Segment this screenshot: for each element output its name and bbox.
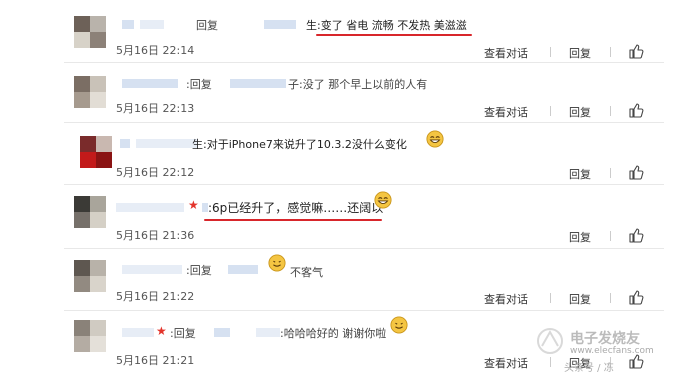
comment-text: 生:对于iPhone7来说升了10.3.2没什么变化 bbox=[192, 138, 407, 151]
username[interactable] bbox=[120, 139, 130, 148]
thumbs-up-icon[interactable] bbox=[628, 102, 644, 118]
divider bbox=[610, 293, 611, 303]
username[interactable] bbox=[140, 20, 164, 29]
comment-list: 回复 生:变了 省电 流畅 不发热 美滋滋 5月16日 22:14 查看对话 回… bbox=[64, 0, 664, 374]
username[interactable] bbox=[122, 79, 178, 88]
comment-reply-prefix: :回复 bbox=[186, 78, 212, 91]
divider bbox=[610, 168, 611, 178]
smiley-emoji-icon bbox=[426, 130, 444, 148]
divider bbox=[610, 47, 611, 57]
reply-link[interactable]: 回复 bbox=[569, 166, 591, 182]
reply-link[interactable]: 回复 bbox=[569, 229, 591, 245]
site-logo-icon bbox=[537, 328, 563, 354]
comment-reply-prefix: :回复 bbox=[186, 264, 212, 277]
view-conversation-link[interactable]: 查看对话 bbox=[484, 45, 528, 61]
comment-item: 生:对于iPhone7来说升了10.3.2没什么变化 5月16日 22:12 回… bbox=[64, 122, 664, 185]
comment-text: :6p已经升了，感觉嘛……还阔以 bbox=[208, 201, 384, 215]
view-conversation-link[interactable]: 查看对话 bbox=[484, 291, 528, 307]
highlight-underline bbox=[204, 219, 382, 221]
comment-text: 不客气 bbox=[290, 266, 323, 279]
reply-target-username[interactable] bbox=[256, 328, 280, 337]
avatar[interactable] bbox=[74, 16, 106, 48]
avatar[interactable] bbox=[74, 260, 106, 292]
divider bbox=[610, 231, 611, 241]
divider bbox=[550, 47, 551, 57]
smiley-emoji-icon bbox=[268, 254, 286, 272]
watermark-author: 头条号 / 冻 bbox=[564, 363, 614, 374]
red-star-badge-icon: ★ bbox=[156, 324, 167, 338]
smiley-emoji-icon bbox=[390, 316, 408, 334]
reply-link[interactable]: 回复 bbox=[569, 291, 591, 307]
username[interactable] bbox=[122, 265, 182, 274]
divider bbox=[610, 106, 611, 116]
username[interactable] bbox=[122, 328, 154, 337]
reply-target-username[interactable] bbox=[264, 20, 296, 29]
comment-text: 子:没了 那个早上以前的人有 bbox=[288, 78, 428, 91]
divider bbox=[550, 357, 551, 367]
comment-time: 5月16日 21:36 bbox=[116, 229, 195, 242]
view-conversation-link[interactable]: 查看对话 bbox=[484, 104, 528, 120]
comment-text: :哈哈哈好的 谢谢你啦 bbox=[280, 327, 387, 340]
watermark-site-name: 电子发烧友 bbox=[570, 331, 640, 347]
comment-time: 5月16日 21:21 bbox=[116, 354, 195, 367]
avatar[interactable] bbox=[74, 76, 106, 108]
username[interactable] bbox=[116, 203, 184, 212]
watermark-url: www.elecfans.com bbox=[570, 346, 654, 356]
reply-link[interactable]: 回复 bbox=[569, 104, 591, 120]
comment-time: 5月16日 22:13 bbox=[116, 102, 195, 115]
comment-time: 5月16日 22:14 bbox=[116, 44, 195, 57]
highlight-underline bbox=[316, 34, 472, 36]
avatar[interactable] bbox=[74, 320, 106, 352]
username[interactable] bbox=[136, 139, 198, 148]
comment-time: 5月16日 22:12 bbox=[116, 166, 195, 179]
red-star-badge-icon: ★ bbox=[188, 198, 199, 212]
thumbs-up-icon[interactable] bbox=[628, 227, 644, 243]
reply-target-username[interactable] bbox=[230, 79, 286, 88]
comment-item: ★ :6p已经升了，感觉嘛……还阔以 5月16日 21:36 回复 bbox=[64, 184, 664, 249]
comment-time: 5月16日 21:22 bbox=[116, 290, 195, 303]
comment-item: :回复 子:没了 那个早上以前的人有 5月16日 22:13 查看对话 回复 bbox=[64, 62, 664, 123]
comment-item: :回复 不客气 5月16日 21:22 查看对话 回复 bbox=[64, 248, 664, 311]
comment-reply-prefix: 回复 bbox=[196, 19, 218, 32]
reply-link[interactable]: 回复 bbox=[569, 45, 591, 61]
reply-target-username[interactable] bbox=[228, 265, 258, 274]
reply-target-username[interactable] bbox=[214, 328, 230, 337]
divider bbox=[550, 293, 551, 303]
avatar[interactable] bbox=[80, 136, 112, 168]
comment-reply-prefix: :回复 bbox=[170, 327, 196, 340]
thumbs-up-icon[interactable] bbox=[628, 43, 644, 59]
thumbs-up-icon[interactable] bbox=[628, 164, 644, 180]
view-conversation-link[interactable]: 查看对话 bbox=[484, 355, 528, 371]
comment-item: 回复 生:变了 省电 流畅 不发热 美滋滋 5月16日 22:14 查看对话 回… bbox=[64, 0, 664, 63]
thumbs-up-icon[interactable] bbox=[628, 289, 644, 305]
username[interactable] bbox=[122, 20, 134, 29]
smiley-emoji-icon bbox=[374, 191, 392, 209]
comment-text: 生:变了 省电 流畅 不发热 美滋滋 bbox=[306, 19, 467, 32]
avatar[interactable] bbox=[74, 196, 106, 228]
divider bbox=[550, 106, 551, 116]
